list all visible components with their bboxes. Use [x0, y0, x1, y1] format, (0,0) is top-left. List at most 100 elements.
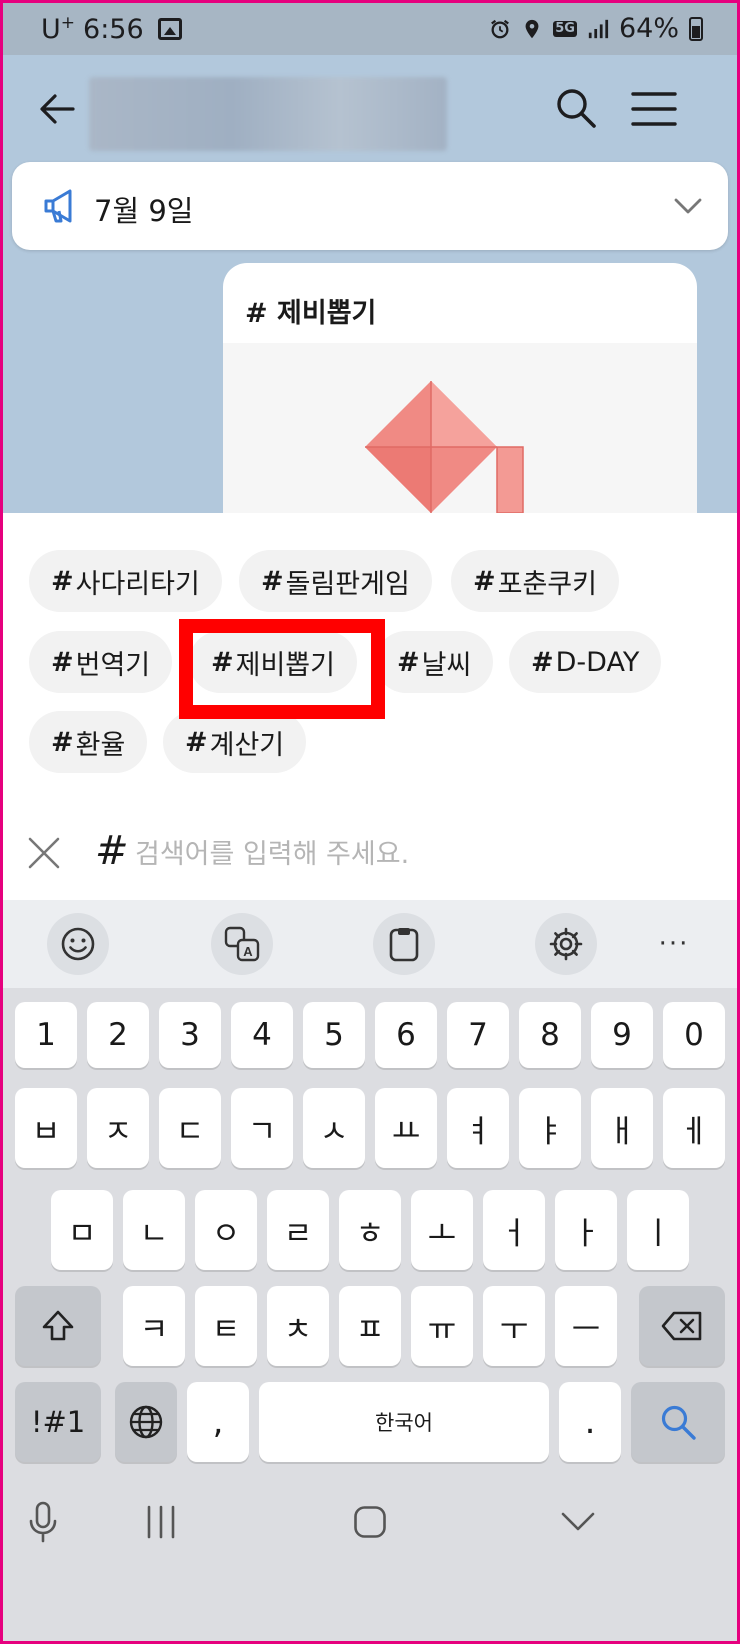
- chip-translator[interactable]: # 번역기: [29, 631, 173, 693]
- chip-label: D-DAY: [555, 646, 640, 678]
- emoji-icon[interactable]: [47, 913, 109, 975]
- backspace-key[interactable]: [639, 1286, 725, 1366]
- key-kieuk[interactable]: ㅋ: [123, 1286, 185, 1366]
- chip-fortune-cookie[interactable]: # 포춘쿠키: [451, 550, 619, 612]
- chip-exchange-rate[interactable]: # 환율: [29, 711, 148, 773]
- key-ya[interactable]: ㅑ: [519, 1088, 581, 1168]
- key-i[interactable]: ㅣ: [627, 1190, 689, 1270]
- chip-weather[interactable]: # 날씨: [375, 631, 494, 693]
- key-8[interactable]: 8: [519, 1002, 581, 1068]
- settings-icon[interactable]: [535, 913, 597, 975]
- key-yu[interactable]: ㅠ: [411, 1286, 473, 1366]
- chip-d-day[interactable]: # D-DAY: [509, 631, 662, 693]
- key-5[interactable]: 5: [303, 1002, 365, 1068]
- chat-header: [3, 55, 737, 165]
- notice-banner[interactable]: 7월 9일: [12, 162, 728, 250]
- svg-text:A: A: [243, 944, 253, 959]
- chip-ladder[interactable]: # 사다리타기: [29, 550, 222, 612]
- key-a[interactable]: ㅏ: [555, 1190, 617, 1270]
- microphone-icon[interactable]: [23, 1500, 63, 1544]
- key-7[interactable]: 7: [447, 1002, 509, 1068]
- backspace-icon: [661, 1311, 702, 1341]
- key-2[interactable]: 2: [87, 1002, 149, 1068]
- key-rieul[interactable]: ㄹ: [267, 1190, 329, 1270]
- notice-text: 7월 9일: [94, 194, 194, 228]
- phone-screen: U+ 6:56 5G 64% 7월 9일 # 제비뽑기 # 사다리타기 # 돌림…: [3, 3, 737, 1641]
- translate-icon[interactable]: A: [211, 913, 273, 975]
- key-4[interactable]: 4: [231, 1002, 293, 1068]
- battery-icon: [689, 16, 703, 41]
- symbols-key[interactable]: !#1: [15, 1382, 101, 1462]
- status-bar: U+ 6:56 5G 64%: [3, 3, 737, 55]
- shift-key[interactable]: [15, 1286, 101, 1366]
- keyboard: A ··· 1 2 3 4 5 6 7 8 9 0 ㅂ ㅈ ㄷ ㄱ ㅅ ㅛ ㅕ …: [3, 900, 737, 1641]
- gallery-notification-icon: [157, 18, 182, 40]
- chip-roulette[interactable]: # 돌림판게임: [239, 550, 432, 612]
- hash-prefix: #: [95, 828, 129, 874]
- key-o[interactable]: ㅗ: [411, 1190, 473, 1270]
- chip-calculator[interactable]: # 계산기: [163, 711, 307, 773]
- key-yeo[interactable]: ㅕ: [447, 1088, 509, 1168]
- key-ieung[interactable]: ㅇ: [195, 1190, 257, 1270]
- navigation-bar: [3, 1470, 737, 1641]
- keyboard-toolbar: A ···: [3, 900, 737, 988]
- status-right: 5G 64%: [489, 13, 703, 44]
- more-icon[interactable]: ···: [643, 913, 705, 975]
- key-chieut[interactable]: ㅊ: [267, 1286, 329, 1366]
- language-key[interactable]: [115, 1382, 177, 1462]
- card-title: # 제비뽑기: [245, 298, 377, 329]
- key-tieut[interactable]: ㅌ: [195, 1286, 257, 1366]
- key-yo[interactable]: ㅛ: [375, 1088, 437, 1168]
- key-bieup[interactable]: ㅂ: [15, 1088, 77, 1168]
- period-key[interactable]: .: [559, 1382, 621, 1462]
- hide-keyboard-icon[interactable]: [556, 1500, 600, 1544]
- key-siot[interactable]: ㅅ: [303, 1088, 365, 1168]
- search-key[interactable]: [631, 1382, 725, 1462]
- search-input[interactable]: [135, 832, 695, 876]
- key-3[interactable]: 3: [159, 1002, 221, 1068]
- carrier-label: U+: [41, 13, 76, 45]
- key-u[interactable]: ㅜ: [483, 1286, 545, 1366]
- key-pieup[interactable]: ㅍ: [339, 1286, 401, 1366]
- key-e[interactable]: ㅔ: [663, 1088, 725, 1168]
- home-icon[interactable]: [348, 1500, 392, 1544]
- highlight-box: [179, 619, 385, 719]
- key-digeut[interactable]: ㄷ: [159, 1088, 221, 1168]
- recent-apps-icon[interactable]: [139, 1500, 183, 1544]
- key-eu[interactable]: ㅡ: [555, 1286, 617, 1366]
- search-icon[interactable]: [555, 87, 597, 129]
- key-0[interactable]: 0: [663, 1002, 725, 1068]
- comma-key[interactable]: ,: [187, 1382, 249, 1462]
- hashtag-search-bar: #: [3, 808, 737, 898]
- clipboard-icon[interactable]: [373, 913, 435, 975]
- back-arrow-icon[interactable]: [37, 89, 77, 129]
- megaphone-icon: [44, 189, 72, 223]
- globe-icon: [129, 1405, 163, 1439]
- key-1[interactable]: 1: [15, 1002, 77, 1068]
- key-giyeok[interactable]: ㄱ: [231, 1088, 293, 1168]
- chevron-down-icon[interactable]: [674, 194, 702, 218]
- key-eo[interactable]: ㅓ: [483, 1190, 545, 1270]
- chip-label: 계산기: [209, 729, 285, 761]
- status-left: U+ 6:56: [41, 13, 182, 45]
- blurred-chat-title: [89, 77, 447, 151]
- chip-label: 번역기: [75, 649, 151, 681]
- space-key[interactable]: 한국어: [259, 1382, 549, 1462]
- search-action-icon: [661, 1405, 696, 1440]
- key-mieum[interactable]: ㅁ: [51, 1190, 113, 1270]
- key-6[interactable]: 6: [375, 1002, 437, 1068]
- close-icon[interactable]: [27, 836, 61, 870]
- location-icon: [525, 19, 539, 38]
- chip-label: 날씨: [421, 649, 472, 681]
- key-nieun[interactable]: ㄴ: [123, 1190, 185, 1270]
- signal-icon: [588, 19, 609, 38]
- key-ae[interactable]: ㅐ: [591, 1088, 653, 1168]
- key-9[interactable]: 9: [591, 1002, 653, 1068]
- key-jieut[interactable]: ㅈ: [87, 1088, 149, 1168]
- chip-label: 돌림판게임: [285, 568, 410, 600]
- alarm-icon: [491, 19, 510, 38]
- clock: 6:56: [83, 13, 144, 45]
- key-hieut[interactable]: ㅎ: [339, 1190, 401, 1270]
- network-type-icon: 5G: [553, 20, 577, 37]
- hamburger-menu-icon[interactable]: [631, 89, 677, 129]
